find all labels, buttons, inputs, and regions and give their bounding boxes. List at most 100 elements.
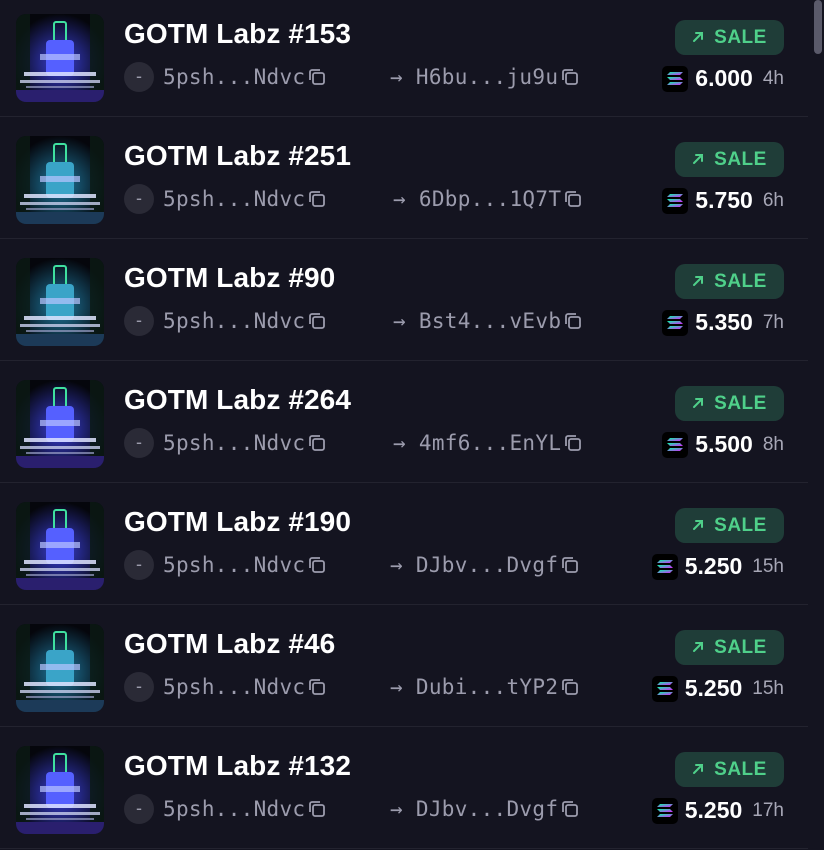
sale-badge: SALE (675, 508, 784, 543)
arrow-right-icon: → (393, 309, 419, 333)
seller-avatar-placeholder: - (124, 62, 154, 92)
sale-badge: SALE (675, 386, 784, 421)
price-value: 5.250 (684, 553, 743, 579)
arrow-up-right-icon (692, 149, 704, 171)
seller-address[interactable]: 5psh...Ndvc (163, 553, 327, 580)
seller-address[interactable]: 5psh...Ndvc (163, 675, 327, 702)
sale-badge-label: SALE (714, 758, 767, 780)
sale-price: 5.250 15h (651, 553, 784, 580)
nft-image (16, 746, 104, 834)
copy-icon[interactable] (560, 67, 580, 92)
arrow-up-right-icon (692, 515, 704, 537)
list-item[interactable]: GOTM Labz #251 - 5psh...Ndvc → 6Dbp...1Q… (0, 117, 808, 239)
seller-address[interactable]: 5psh...Ndvc (163, 797, 327, 824)
list-item[interactable]: GOTM Labz #46 - 5psh...Ndvc → Dubi...tYP… (0, 605, 808, 727)
buyer-address-text: 6Dbp...1Q7T (418, 187, 562, 211)
list-item[interactable]: GOTM Labz #190 - 5psh...Ndvc → DJbv...Dv… (0, 483, 808, 605)
list-item[interactable]: GOTM Labz #90 - 5psh...Ndvc → Bst4...vEv… (0, 239, 808, 361)
nft-thumbnail[interactable] (16, 258, 104, 346)
solana-icon (662, 65, 689, 92)
arrow-right-icon: → (393, 431, 419, 455)
seller-address-text: 5psh...Ndvc (163, 65, 306, 89)
buyer-address[interactable]: → DJbv...Dvgf (390, 553, 580, 580)
nft-title[interactable]: GOTM Labz #46 (124, 628, 335, 660)
seller-address[interactable]: 5psh...Ndvc (163, 187, 327, 214)
buyer-address[interactable]: → Dubi...tYP2 (390, 675, 580, 702)
copy-icon[interactable] (307, 67, 327, 92)
copy-icon[interactable] (307, 555, 327, 580)
time-ago: 7h (762, 311, 784, 333)
nft-image (16, 136, 104, 224)
nft-image (16, 624, 104, 712)
list-item[interactable]: GOTM Labz #132 - 5psh...Ndvc → DJbv...Dv… (0, 727, 808, 849)
arrow-up-right-icon (692, 393, 704, 415)
seller-address[interactable]: 5psh...Ndvc (163, 431, 327, 458)
arrow-up-right-icon (692, 759, 704, 781)
nft-title[interactable]: GOTM Labz #153 (124, 18, 351, 50)
nft-title[interactable]: GOTM Labz #132 (124, 750, 351, 782)
copy-icon[interactable] (560, 677, 580, 702)
copy-icon[interactable] (307, 799, 327, 824)
time-ago: 15h (752, 677, 784, 699)
copy-icon[interactable] (563, 189, 583, 214)
copy-icon[interactable] (560, 555, 580, 580)
nft-title[interactable]: GOTM Labz #190 (124, 506, 351, 538)
time-ago: 17h (752, 799, 784, 821)
copy-icon[interactable] (563, 433, 583, 458)
buyer-address[interactable]: → 6Dbp...1Q7T (393, 187, 583, 214)
time-ago: 4h (762, 67, 784, 89)
seller-address-text: 5psh...Ndvc (163, 675, 306, 699)
copy-icon[interactable] (560, 799, 580, 824)
sale-badge: SALE (675, 142, 784, 177)
scrollbar-thumb[interactable] (814, 0, 822, 54)
seller-avatar-placeholder: - (124, 672, 154, 702)
buyer-address[interactable]: → Bst4...vEvb (393, 309, 583, 336)
seller-address[interactable]: 5psh...Ndvc (163, 309, 327, 336)
scrollbar[interactable] (808, 0, 824, 850)
sale-badge: SALE (675, 630, 784, 665)
nft-thumbnail[interactable] (16, 136, 104, 224)
solana-icon (662, 309, 689, 336)
copy-icon[interactable] (563, 311, 583, 336)
sale-badge-label: SALE (714, 636, 767, 658)
nft-image (16, 380, 104, 468)
arrow-right-icon: → (390, 797, 416, 821)
copy-icon[interactable] (307, 433, 327, 458)
buyer-address[interactable]: → DJbv...Dvgf (390, 797, 580, 824)
nft-thumbnail[interactable] (16, 14, 104, 102)
copy-icon[interactable] (307, 189, 327, 214)
copy-icon[interactable] (307, 311, 327, 336)
arrow-up-right-icon (692, 27, 704, 49)
seller-avatar-placeholder: - (124, 794, 154, 824)
buyer-address[interactable]: → H6bu...ju9u (390, 65, 580, 92)
nft-title[interactable]: GOTM Labz #90 (124, 262, 335, 294)
solana-icon (651, 675, 678, 702)
nft-title[interactable]: GOTM Labz #264 (124, 384, 351, 416)
list-item[interactable]: GOTM Labz #153 - 5psh...Ndvc → H6bu...ju… (0, 0, 808, 117)
seller-address-text: 5psh...Ndvc (163, 797, 306, 821)
nft-thumbnail[interactable] (16, 624, 104, 712)
nft-thumbnail[interactable] (16, 746, 104, 834)
buyer-address-text: Bst4...vEvb (418, 309, 562, 333)
nft-thumbnail[interactable] (16, 502, 104, 590)
nft-image (16, 14, 104, 102)
seller-avatar-placeholder: - (124, 306, 154, 336)
seller-address-text: 5psh...Ndvc (163, 309, 306, 333)
sale-price: 6.000 4h (662, 65, 784, 92)
sale-price: 5.750 6h (662, 187, 784, 214)
copy-icon[interactable] (307, 677, 327, 702)
seller-avatar-placeholder: - (124, 184, 154, 214)
buyer-address-text: 4mf6...EnYL (418, 431, 562, 455)
nft-title[interactable]: GOTM Labz #251 (124, 140, 351, 172)
buyer-address[interactable]: → 4mf6...EnYL (393, 431, 583, 458)
time-ago: 6h (762, 189, 784, 211)
price-value: 5.250 (684, 675, 743, 701)
time-ago: 8h (762, 433, 784, 455)
nft-thumbnail[interactable] (16, 380, 104, 468)
price-value: 6.000 (695, 65, 753, 91)
nft-image (16, 502, 104, 590)
seller-address-text: 5psh...Ndvc (163, 431, 306, 455)
list-item[interactable]: GOTM Labz #264 - 5psh...Ndvc → 4mf6...En… (0, 361, 808, 483)
buyer-address-text: Dubi...tYP2 (415, 675, 559, 699)
seller-address[interactable]: 5psh...Ndvc (163, 65, 327, 92)
